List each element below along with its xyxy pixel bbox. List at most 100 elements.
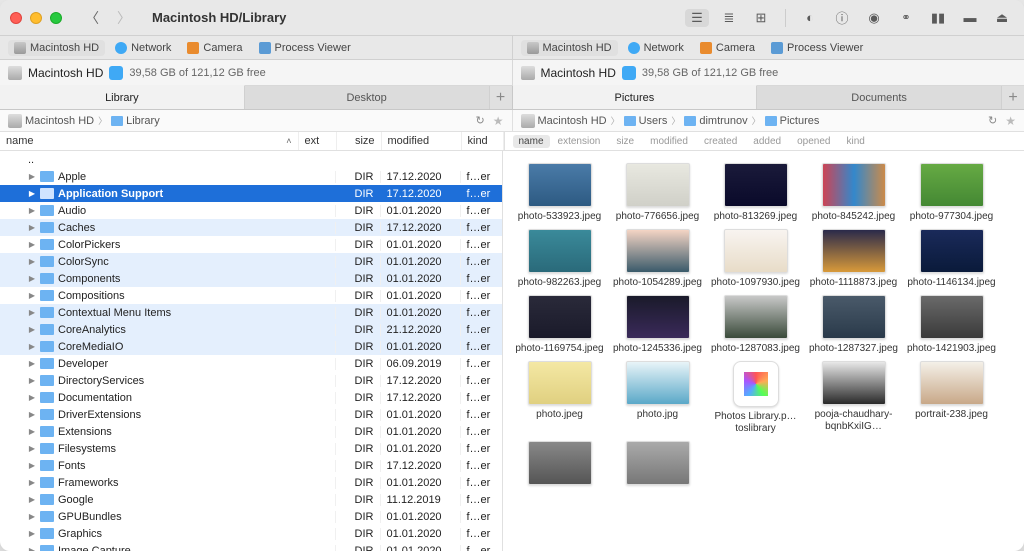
volume-menu-icon[interactable] [109, 66, 123, 80]
thumbnail[interactable]: photo-845242.jpeg [807, 163, 901, 223]
volume-name[interactable]: Macintosh HD [28, 66, 103, 80]
file-row[interactable]: ▶DirectoryServicesDIR17.12.2020f…er [0, 372, 502, 389]
file-row[interactable]: ▶GoogleDIR11.12.2019f…er [0, 491, 502, 508]
file-row[interactable]: ▶DeveloperDIR06.09.2019f…er [0, 355, 502, 372]
col-size[interactable]: size [337, 132, 382, 150]
terminal-icon[interactable]: ▬ [958, 9, 982, 27]
bc-seg[interactable]: dimtrunov [684, 115, 747, 127]
device-process[interactable]: Process Viewer [765, 40, 869, 56]
volume-name[interactable]: Macintosh HD [541, 66, 616, 80]
sort-modified[interactable]: modified [642, 136, 696, 147]
thumbnail[interactable]: photo-1287083.jpeg [709, 295, 803, 355]
eject-icon[interactable]: ⏏ [990, 9, 1014, 27]
bc-seg[interactable]: Pictures [765, 115, 820, 127]
file-row[interactable]: ▶CoreAnalyticsDIR21.12.2020f…er [0, 321, 502, 338]
view-grid-icon[interactable]: ⊞ [749, 9, 773, 27]
device-network[interactable]: Network [109, 40, 177, 56]
device-disk[interactable]: Macintosh HD [8, 40, 105, 56]
file-row[interactable]: ▶FrameworksDIR01.01.2020f…er [0, 474, 502, 491]
file-row[interactable]: ▶Contextual Menu ItemsDIR01.01.2020f…er [0, 304, 502, 321]
toggle-hidden-icon[interactable]: ◐ [798, 9, 822, 27]
info-icon[interactable]: ⓘ [830, 9, 854, 27]
col-ext[interactable]: ext [299, 132, 337, 150]
file-row[interactable]: ▶CoreMediaIODIR01.01.2020f…er [0, 338, 502, 355]
thumbnail[interactable]: photo-1097930.jpeg [709, 229, 803, 289]
file-row[interactable]: ▶FilesystemsDIR01.01.2020f…er [0, 440, 502, 457]
view-list-icon[interactable]: ☰ [685, 9, 709, 27]
thumbnail[interactable]: photo.jpg [611, 361, 705, 435]
forward-button[interactable]: 〉 [112, 6, 136, 30]
quicklook-icon[interactable]: ⚭ [894, 9, 918, 27]
file-row[interactable]: ▶Image CaptureDIR01.01.2020f…er [0, 542, 502, 551]
file-row[interactable]: ▶ColorPickersDIR01.01.2020f…er [0, 236, 502, 253]
file-row[interactable]: ▶Application SupportDIR17.12.2020f…er [0, 185, 502, 202]
thumbnail[interactable]: photo-776656.jpeg [611, 163, 705, 223]
col-name[interactable]: name˄ [0, 132, 299, 150]
thumbnail[interactable]: photo-1287327.jpeg [807, 295, 901, 355]
thumbnail[interactable]: photo-533923.jpeg [513, 163, 607, 223]
tab-pictures[interactable]: Pictures [513, 85, 758, 109]
device-network[interactable]: Network [622, 40, 690, 56]
file-row[interactable]: ▶AppleDIR17.12.2020f…er [0, 168, 502, 185]
volume-menu-icon[interactable] [622, 66, 636, 80]
maximize-button[interactable] [50, 12, 62, 24]
sort-kind[interactable]: kind [838, 136, 872, 147]
tab-library[interactable]: Library [0, 85, 245, 109]
sort-opened[interactable]: opened [789, 136, 838, 147]
bc-seg[interactable]: Macintosh HD [8, 114, 94, 128]
view-columns-icon[interactable]: ≣ [717, 9, 741, 27]
col-kind[interactable]: kind [462, 132, 504, 150]
minimize-button[interactable] [30, 12, 42, 24]
thumbnail[interactable]: photo-813269.jpeg [709, 163, 803, 223]
thumbnail[interactable]: portrait-238.jpeg [905, 361, 999, 435]
reload-icon[interactable]: ↻ [988, 114, 997, 127]
thumbnail[interactable]: photo-1169754.jpeg [513, 295, 607, 355]
device-camera[interactable]: Camera [181, 40, 248, 56]
tab-documents[interactable]: Documents [757, 86, 1002, 109]
sort-created[interactable]: created [696, 136, 745, 147]
device-camera[interactable]: Camera [694, 40, 761, 56]
tab-add[interactable]: + [1002, 86, 1024, 109]
file-row[interactable]: ▶ExtensionsDIR01.01.2020f…er [0, 423, 502, 440]
thumbnail[interactable]: Photos Library.p…toslibrary [709, 361, 803, 435]
file-row[interactable]: ▶GraphicsDIR01.01.2020f…er [0, 525, 502, 542]
device-disk[interactable]: Macintosh HD [521, 40, 618, 56]
bc-seg[interactable]: Users [624, 115, 668, 127]
thumbnail[interactable]: photo-1054289.jpeg [611, 229, 705, 289]
preview-icon[interactable]: ◉ [862, 9, 886, 27]
favorite-icon[interactable]: ★ [1005, 114, 1016, 128]
sort-ext[interactable]: extension [550, 136, 609, 147]
thumbnail[interactable] [513, 441, 607, 489]
thumbnail[interactable]: photo.jpeg [513, 361, 607, 435]
sort-size[interactable]: size [608, 136, 642, 147]
icon-view-pane[interactable]: photo-533923.jpegphoto-776656.jpegphoto-… [502, 151, 1024, 551]
file-row[interactable]: ▶GPUBundlesDIR01.01.2020f…er [0, 508, 502, 525]
file-row[interactable]: ▶DriverExtensionsDIR01.01.2020f…er [0, 406, 502, 423]
sort-name[interactable]: name [513, 135, 550, 148]
close-button[interactable] [10, 12, 22, 24]
file-list-pane[interactable]: ..▶AppleDIR17.12.2020f…er▶Application Su… [0, 151, 502, 551]
device-process[interactable]: Process Viewer [253, 40, 357, 56]
thumbnail[interactable] [611, 441, 705, 489]
col-modified[interactable]: modified [382, 132, 462, 150]
dual-pane-icon[interactable]: ▮▮ [926, 9, 950, 27]
favorite-icon[interactable]: ★ [493, 114, 504, 128]
file-row[interactable]: ▶CompositionsDIR01.01.2020f…er [0, 287, 502, 304]
sort-added[interactable]: added [745, 136, 789, 147]
file-row[interactable]: ▶ComponentsDIR01.01.2020f…er [0, 270, 502, 287]
file-row[interactable]: ▶AudioDIR01.01.2020f…er [0, 202, 502, 219]
thumbnail[interactable]: photo-982263.jpeg [513, 229, 607, 289]
thumbnail[interactable]: photo-1245336.jpeg [611, 295, 705, 355]
file-row[interactable]: ▶ColorSyncDIR01.01.2020f…er [0, 253, 502, 270]
bc-seg[interactable]: Macintosh HD [521, 114, 607, 128]
file-row[interactable]: ▶DocumentationDIR17.12.2020f…er [0, 389, 502, 406]
thumbnail[interactable]: photo-1421903.jpeg [905, 295, 999, 355]
reload-icon[interactable]: ↻ [476, 114, 485, 127]
tab-add[interactable]: + [490, 86, 512, 109]
thumbnail[interactable]: photo-1118873.jpeg [807, 229, 901, 289]
back-button[interactable]: 〈 [80, 6, 104, 30]
file-row[interactable]: .. [0, 151, 502, 168]
bc-seg[interactable]: Library [111, 115, 160, 127]
thumbnail[interactable]: photo-977304.jpeg [905, 163, 999, 223]
thumbnail[interactable]: pooja-chaudhary-bqnbKxiIG…plash.jpg [807, 361, 901, 435]
